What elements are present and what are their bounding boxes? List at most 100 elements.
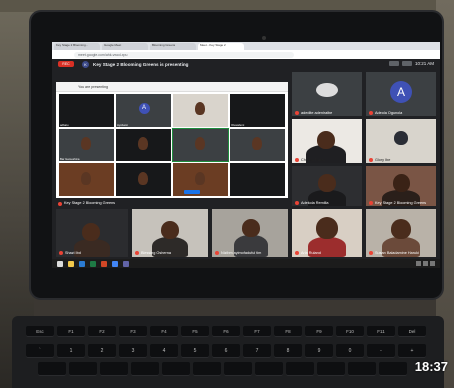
browser-tab[interactable]: Blooming Greens (150, 43, 196, 50)
keyboard-key[interactable] (131, 362, 159, 376)
browser-tab-active[interactable]: Meet - Key Stage 2 (198, 43, 244, 50)
keyboard-key[interactable]: F1 (57, 326, 85, 337)
keyboard-key[interactable]: F9 (305, 326, 333, 337)
presented-toolbar: You are presenting (56, 82, 288, 92)
keyboard-key[interactable]: F6 (212, 326, 240, 337)
keyboard-key[interactable]: - (367, 344, 395, 358)
participant-tile: Susan Baladamine Haruki (366, 209, 436, 257)
keyboard-key[interactable]: 2 (88, 344, 116, 358)
keyboard-key[interactable]: F3 (119, 326, 147, 337)
keyboard-key[interactable]: 7 (243, 344, 271, 358)
keyboard-key[interactable] (38, 362, 66, 376)
video-timestamp: 18:37 (414, 359, 448, 374)
presented-tile (116, 128, 171, 162)
keyboard-key[interactable]: 4 (150, 344, 178, 358)
presented-tile (116, 163, 171, 196)
presented-tile: Oluwafemi (230, 94, 285, 127)
keyboard-key[interactable] (100, 362, 128, 376)
function-key-row: Esc F1 F2 F3 F4 F5 F6 F7 F8 F9 F10 F11 Del (26, 326, 426, 337)
keyboard-key[interactable] (162, 362, 190, 376)
windows-start-icon[interactable] (57, 260, 63, 267)
mic-off-icon (295, 111, 299, 115)
participant-tile: Blessing Osherna (132, 209, 208, 257)
mic-off-icon (295, 158, 299, 162)
captions-icon[interactable] (401, 61, 412, 66)
keyboard-key[interactable]: Esc (26, 326, 54, 337)
person-head (318, 174, 336, 192)
chrome-icon[interactable] (112, 260, 118, 267)
keyboard-key[interactable]: Del (398, 326, 426, 337)
keyboard-key[interactable] (286, 362, 314, 376)
presented-tile (59, 163, 114, 196)
meet-header-controls: 10:21 AM (388, 61, 434, 66)
keyboard-key[interactable]: 9 (305, 344, 333, 358)
mic-off-icon (215, 251, 219, 255)
keyboard-key[interactable] (224, 362, 252, 376)
file-explorer-icon[interactable] (68, 260, 74, 267)
presented-tile (230, 163, 285, 196)
person-head (316, 217, 338, 239)
keyboard-key[interactable]: F7 (243, 326, 271, 337)
participant-tile: Shazi Ibd (56, 209, 128, 257)
person-head (393, 174, 410, 192)
keyboard-key[interactable]: F10 (336, 326, 364, 337)
keyboard-key[interactable] (193, 362, 221, 376)
teams-icon[interactable] (123, 260, 129, 267)
webcam-icon (262, 36, 266, 40)
keyboard-key[interactable]: 0 (336, 344, 364, 358)
recording-badge: REC (58, 61, 74, 67)
keyboard-key[interactable]: 8 (274, 344, 302, 358)
keyboard-key[interactable]: F8 (274, 326, 302, 337)
participant-name: Adeola Ogunola (375, 111, 403, 115)
keyboard-key[interactable]: 6 (212, 344, 240, 358)
participant-name: Aria Ruland (301, 251, 321, 255)
participant-name: Chinelo Nubia (301, 158, 325, 162)
word-icon[interactable] (79, 260, 85, 267)
keyboard-key[interactable]: 5 (181, 344, 209, 358)
battery-icon[interactable] (430, 261, 435, 266)
keyboard-key[interactable]: 3 (119, 344, 147, 358)
participant-tile: Key Stage 2 Blooming Greens (366, 166, 436, 206)
excel-icon[interactable] (90, 260, 96, 267)
presenter-avatar: K (82, 60, 89, 68)
powerpoint-icon[interactable] (101, 260, 107, 267)
participant-name: Blessing Osherna (141, 251, 171, 255)
person-head (391, 219, 411, 239)
mic-off-icon (369, 201, 373, 205)
participant-tile: Aria Ruland (292, 209, 362, 257)
participant-tile: Nizibm ayimofaduful tim (212, 209, 288, 257)
browser-tab[interactable]: Google Meet (102, 43, 148, 50)
keyboard-key[interactable] (317, 362, 345, 376)
keyboard-key[interactable] (379, 362, 407, 376)
tile-label: adbatu (60, 122, 69, 127)
tile-label: Bar Gameshina (60, 157, 80, 162)
browser-tab[interactable]: Key Stage 2 Blooming... (54, 43, 100, 50)
participant-tile: Chinelo Nubia (292, 119, 362, 163)
avatar-image (316, 82, 338, 97)
laptop-screen: Key Stage 2 Blooming... Google Meet Bloo… (52, 42, 440, 268)
system-tray (416, 261, 435, 266)
keyboard-key[interactable] (255, 362, 283, 376)
wifi-icon[interactable] (416, 261, 421, 266)
keyboard-key[interactable]: F4 (150, 326, 178, 337)
keyboard-key[interactable]: F5 (181, 326, 209, 337)
participant-name: Susan Baladamine Haruki (375, 251, 419, 255)
keyboard-key[interactable]: + (398, 344, 426, 358)
keyboard-key[interactable]: F2 (88, 326, 116, 337)
participant-name: Adekola Remilla (301, 201, 329, 205)
participant-tile: Glory Ibe (366, 119, 436, 163)
keyboard-key[interactable]: ` (26, 344, 54, 358)
mic-off-icon (369, 251, 373, 255)
url-field[interactable]: meet.google.com/ahk-vwcd-xpu (74, 51, 294, 58)
participant-name: Glory Ibe (375, 158, 391, 162)
keyboard-key[interactable] (69, 362, 97, 376)
keyboard-key[interactable]: F11 (367, 326, 395, 337)
presented-tile: A Ayobami (116, 94, 171, 127)
layout-icon[interactable] (388, 61, 399, 66)
volume-icon[interactable] (423, 261, 428, 266)
keyboard-key[interactable]: 1 (57, 344, 85, 358)
keyboard-key[interactable] (348, 362, 376, 376)
person-head (82, 223, 100, 241)
present-now-button[interactable] (184, 190, 200, 194)
avatar: A (138, 102, 150, 114)
